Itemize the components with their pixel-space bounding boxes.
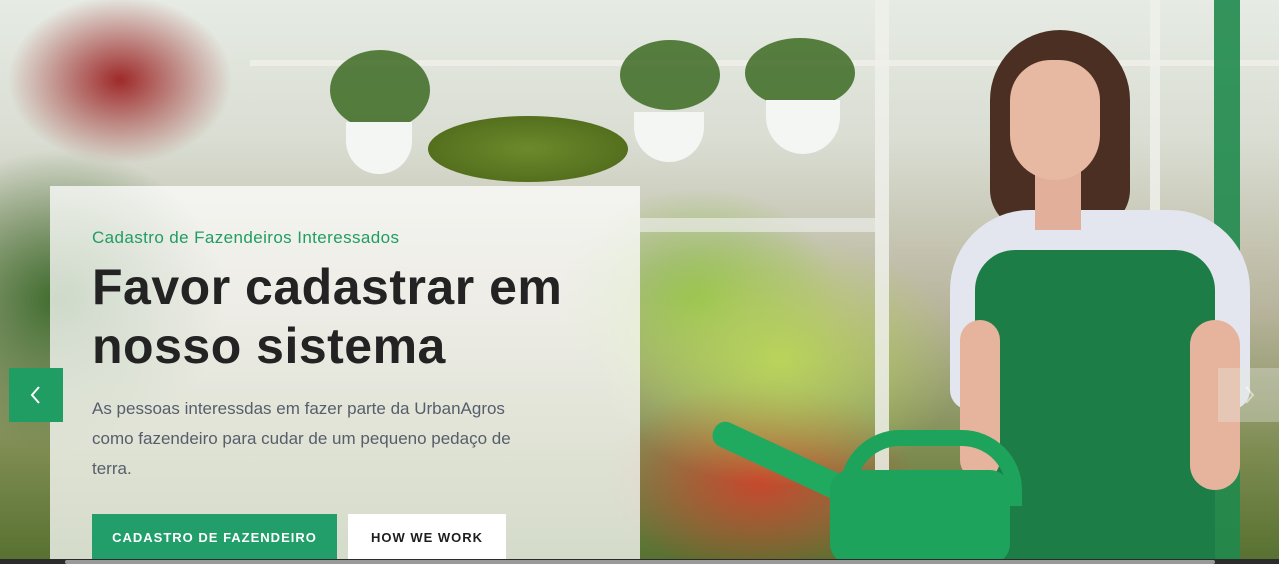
hanging-pot: [346, 122, 412, 174]
chevron-left-icon: [30, 386, 40, 404]
chevron-right-icon: [1244, 386, 1254, 404]
hero-description: As pessoas interessdas em fazer parte da…: [92, 399, 511, 478]
watering-can: [700, 417, 1030, 564]
hanging-pot: [766, 100, 840, 154]
scrollbar-thumb[interactable]: [65, 560, 1215, 564]
hanging-moss-basket: [428, 116, 628, 182]
hero-headline: Favor cadastrar em nosso sistema: [92, 259, 563, 374]
carousel-next-button[interactable]: [1218, 368, 1279, 422]
hanging-plant-foliage: [745, 38, 855, 108]
watering-can-body: [830, 470, 1010, 564]
greenhouse-beam: [640, 218, 880, 232]
hanging-plant-foliage: [620, 40, 720, 110]
hero-eyebrow: Cadastro de Fazendeiros Interessados: [92, 228, 400, 247]
cadastro-fazendeiro-button[interactable]: CADASTRO DE FAZENDEIRO: [92, 514, 337, 560]
woman-face: [1010, 60, 1100, 180]
how-we-work-button[interactable]: HOW WE WORK: [348, 514, 506, 560]
carousel-prev-button[interactable]: [9, 368, 63, 422]
hanging-plant-foliage: [330, 50, 430, 130]
hanging-pot: [634, 112, 704, 162]
horizontal-scrollbar[interactable]: [0, 559, 1279, 564]
